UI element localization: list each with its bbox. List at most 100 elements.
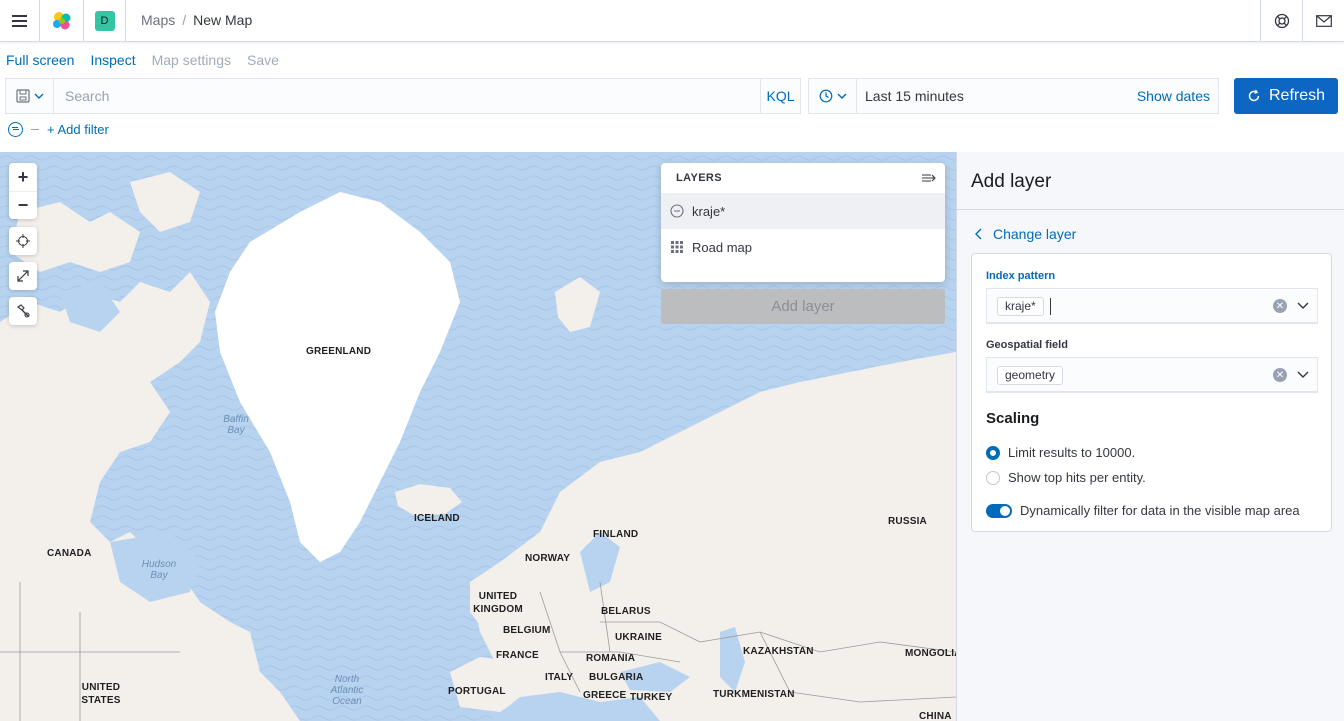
full-screen-link[interactable]: Full screen [6, 52, 74, 68]
index-pattern-pill: kraje* [997, 297, 1044, 316]
map-label-ukraine: UKRAINE [615, 632, 662, 643]
geospatial-field-combobox[interactable]: geometry ✕ [986, 357, 1318, 393]
filter-menu-icon[interactable] [8, 122, 23, 137]
inspect-link[interactable]: Inspect [90, 52, 135, 68]
clear-icon[interactable]: ✕ [1273, 368, 1287, 382]
mail-icon [1315, 14, 1332, 27]
map-label-portugal: PORTUGAL [448, 686, 506, 697]
help-button[interactable] [1260, 0, 1302, 41]
chevron-down-icon [34, 93, 43, 99]
radio-limit-results[interactable]: Limit results to 10000. [986, 445, 1135, 460]
space-selector[interactable]: D [84, 0, 126, 41]
map-label-hudson-bay: Hudson Bay [141, 559, 177, 581]
map-label-italy: ITALY [545, 672, 574, 683]
radio-label: Show top hits per entity. [1008, 470, 1146, 485]
space-avatar: D [94, 10, 115, 31]
layers-title: LAYERS [676, 172, 723, 184]
search-input[interactable]: Search [65, 79, 109, 113]
expand-icon [9, 262, 37, 290]
map-label-turkey: TURKEY [630, 692, 673, 703]
change-layer-link[interactable]: Change layer [975, 226, 1076, 242]
radio-top-hits[interactable]: Show top hits per entity. [986, 470, 1146, 485]
layer-name: Road map [692, 239, 752, 255]
clear-icon[interactable]: ✕ [1273, 299, 1287, 313]
grid-icon [671, 241, 683, 253]
change-layer-label: Change layer [993, 226, 1077, 242]
radio-button-selected[interactable] [986, 445, 1000, 460]
layer-name: kraje* [692, 203, 726, 219]
index-pattern-label: Index pattern [986, 270, 1056, 282]
chevron-left-icon [975, 228, 982, 240]
map-label-france: FRANCE [496, 650, 539, 661]
hamburger-icon [12, 12, 27, 30]
layer-row-road-map[interactable]: Road map [661, 229, 945, 265]
layer-row-kraje[interactable]: kraje* [661, 193, 945, 229]
map-label-iceland: ICELAND [414, 513, 460, 524]
divider [957, 209, 1344, 210]
map-label-north-atlantic: North Atlantic Ocean [330, 674, 364, 707]
toggle-switch[interactable] [986, 503, 1012, 518]
refresh-label: Refresh [1268, 87, 1326, 104]
minus-circle-icon [670, 204, 684, 218]
layer-settings-card: Index pattern kraje* ✕ Geospatial field … [971, 253, 1332, 532]
map-label-united-states: UNITED STATES [81, 682, 121, 706]
wrench-icon [9, 297, 37, 325]
refresh-icon [1248, 89, 1260, 102]
chevron-down-icon[interactable] [1297, 295, 1309, 317]
map-label-greece: GREECE [583, 690, 627, 701]
breadcrumb: Maps / New Map [141, 12, 252, 28]
breadcrumb-maps[interactable]: Maps [141, 12, 175, 28]
radio-button[interactable] [986, 470, 1000, 485]
geospatial-field-label: Geospatial field [986, 339, 1068, 351]
map-label-turkmenistan: TURKMENISTAN [713, 689, 795, 700]
saved-query-button[interactable] [6, 79, 54, 113]
lifebuoy-icon [1274, 13, 1289, 28]
elastic-logo-icon [52, 11, 70, 29]
date-picker: Last 15 minutes Show dates [808, 78, 1219, 114]
quick-select-button[interactable] [809, 79, 857, 113]
map-label-romania: ROMANIA [586, 653, 636, 664]
set-view-control[interactable] [9, 227, 37, 255]
tools-control[interactable] [9, 297, 37, 325]
map-label-china: CHINA [919, 711, 952, 721]
zoom-in-button[interactable]: + [9, 163, 37, 191]
fit-to-data-control[interactable] [9, 262, 37, 290]
menu-button[interactable] [0, 0, 40, 41]
breadcrumb-current: New Map [193, 12, 253, 28]
newsfeed-button[interactable] [1302, 0, 1344, 41]
text-cursor [1050, 298, 1051, 315]
map-settings-link[interactable]: Map settings [152, 52, 231, 68]
map-label-kazakhstan: KAZAKHSTAN [743, 646, 814, 657]
save-icon [15, 89, 30, 103]
breadcrumb-separator: / [182, 12, 187, 28]
map-label-baffin-bay: Baffin Bay [223, 414, 249, 436]
save-link[interactable]: Save [247, 52, 279, 68]
chevron-down-icon[interactable] [1297, 364, 1309, 386]
elastic-logo[interactable] [40, 0, 84, 41]
layers-panel: LAYERS kraje* Road map [661, 163, 945, 282]
geospatial-field-pill: geometry [997, 366, 1064, 385]
divider [31, 129, 39, 130]
map-label-greenland: GREENLAND [306, 346, 372, 357]
map-label-mongolia: MONGOLIA [905, 648, 956, 659]
add-layer-button[interactable]: Add layer [661, 289, 945, 324]
map-label-belarus: BELARUS [601, 606, 651, 617]
clock-icon [819, 89, 832, 103]
refresh-button[interactable]: Refresh [1234, 78, 1338, 114]
zoom-controls: + − [9, 163, 37, 219]
map-label-bulgaria: BULGARIA [589, 672, 644, 683]
dynamic-filter-toggle-row[interactable]: Dynamically filter for data in the visib… [986, 503, 1300, 518]
layers-header: LAYERS [661, 163, 945, 193]
chevron-down-icon [837, 93, 846, 99]
map-label-finland: FINLAND [593, 529, 639, 540]
map-label-united-kingdom: UNITED KINGDOM [473, 591, 523, 615]
map-label-norway: NORWAY [525, 553, 571, 564]
collapse-panel-icon[interactable] [922, 173, 936, 183]
map-label-canada: CANADA [47, 548, 92, 559]
query-language-button[interactable]: KQL [760, 79, 800, 113]
add-filter-button[interactable]: + Add filter [47, 122, 109, 137]
zoom-out-button[interactable]: − [9, 191, 37, 219]
show-dates-button[interactable]: Show dates [1137, 79, 1210, 113]
date-range-text[interactable]: Last 15 minutes [865, 79, 964, 113]
index-pattern-combobox[interactable]: kraje* ✕ [986, 288, 1318, 324]
